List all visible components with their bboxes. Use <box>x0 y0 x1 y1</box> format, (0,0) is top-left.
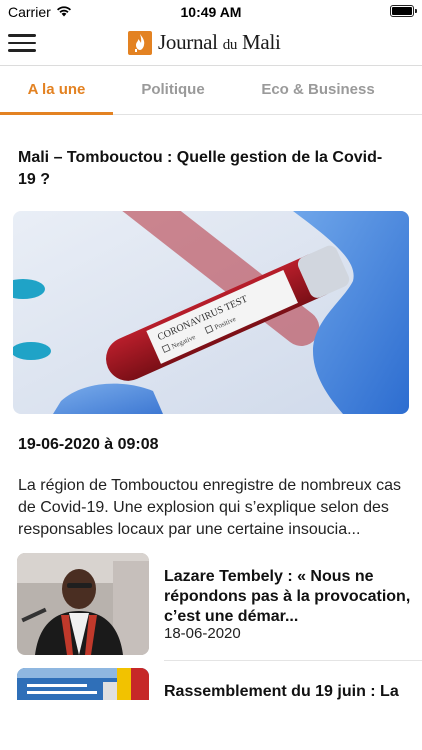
featured-article-date: 19-06-2020 à 09:08 <box>18 436 159 453</box>
hamburger-menu-icon[interactable] <box>8 34 36 54</box>
app-header: Journal du Mali <box>0 24 422 66</box>
brand-suffix: Mali <box>242 30 281 54</box>
article-thumbnail <box>17 668 149 700</box>
brand-name: Journal du Mali <box>158 30 281 55</box>
brand-connector: du <box>222 37 238 53</box>
brand-logo[interactable]: Journal du Mali <box>128 30 281 55</box>
featured-article-title[interactable]: Mali – Tombouctou : Quelle gestion de la… <box>18 147 398 191</box>
brand-name-part: Journal <box>158 30 218 54</box>
article-title: Lazare Tembely : « Nous ne répondons pas… <box>164 568 411 625</box>
status-bar: Carrier 10:49 AM <box>0 0 422 24</box>
tab-eco-business[interactable]: Eco & Business <box>233 67 403 115</box>
tab-a-la-une[interactable]: A la une <box>0 67 113 115</box>
flame-logo-icon <box>128 30 152 55</box>
category-tabs: A la une Politique Eco & Business <box>0 67 422 115</box>
list-divider <box>164 660 422 661</box>
featured-article-image[interactable]: CORONAVIRUS TEST Negative Positive <box>13 211 409 414</box>
article-date: 18-06-2020 <box>164 625 241 642</box>
tab-politique[interactable]: Politique <box>113 67 233 115</box>
article-thumbnail <box>17 553 149 655</box>
list-item[interactable]: Lazare Tembely : « Nous ne répondons pas… <box>0 553 422 657</box>
battery-icon <box>390 5 417 17</box>
featured-article-excerpt[interactable]: La région de Tombouctou enregistre de no… <box>18 475 404 541</box>
status-time: 10:49 AM <box>180 4 242 20</box>
article-title: Rassemblement du 19 juin : La <box>164 683 399 700</box>
list-item[interactable]: Rassemblement du 19 juin : La <box>0 668 422 700</box>
